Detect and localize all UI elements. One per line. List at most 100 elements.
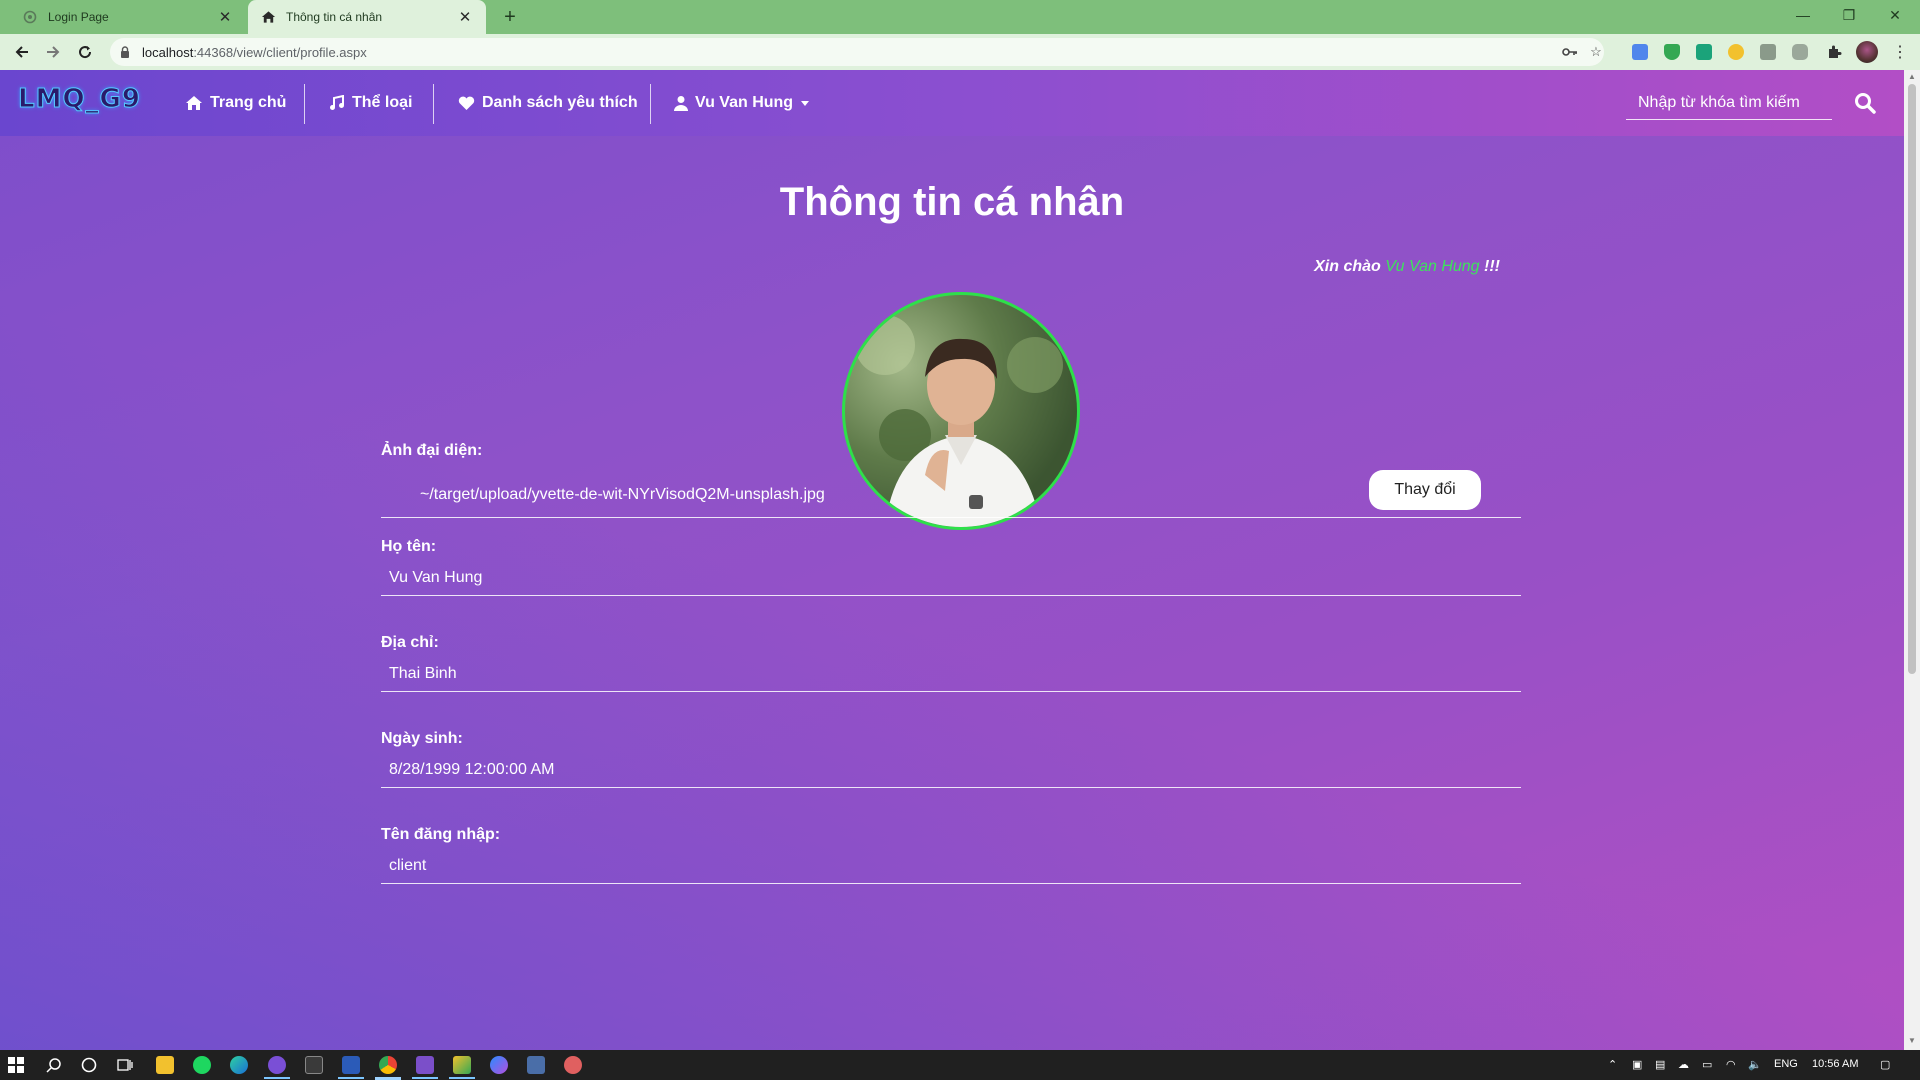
nav-item-label: Trang chủ <box>210 94 287 111</box>
s-extension-icon[interactable] <box>1696 44 1712 60</box>
extension-icon[interactable] <box>1792 44 1808 60</box>
task-view-icon[interactable] <box>117 1057 133 1073</box>
user-icon <box>674 96 688 111</box>
star-icon[interactable]: ☆ <box>1588 44 1604 60</box>
heart-icon <box>458 96 475 110</box>
chevron-up-icon[interactable]: ⌃ <box>1608 1058 1617 1071</box>
cortana-icon[interactable] <box>81 1057 97 1073</box>
close-tab-icon[interactable]: ✕ <box>216 8 234 26</box>
nav-item-label: Thể loại <box>352 94 413 111</box>
tab-title: Thông tin cá nhân <box>286 10 383 24</box>
field-underline <box>381 883 1521 884</box>
change-avatar-button[interactable]: Thay đổi <box>1369 470 1481 510</box>
username-field: Tên đăng nhập: client <box>381 826 1521 884</box>
new-tab-button[interactable]: + <box>498 5 522 29</box>
search-icon[interactable] <box>1852 90 1878 116</box>
home-icon <box>260 9 276 25</box>
chrome-icon[interactable] <box>379 1056 397 1074</box>
terminal-icon[interactable] <box>305 1056 323 1074</box>
field-underline <box>381 517 1521 518</box>
translate-extension-icon[interactable] <box>1632 44 1648 60</box>
active-app-indicator <box>264 1077 290 1079</box>
username-input[interactable]: client <box>389 857 426 875</box>
nav-item-label: Vu Van Hung <box>695 94 794 111</box>
extension-icon[interactable] <box>1760 44 1776 60</box>
page-title: Thông tin cá nhân <box>779 180 1125 224</box>
file-explorer-icon[interactable] <box>156 1056 174 1074</box>
field-label: Địa chỉ: <box>381 634 439 651</box>
tab-login-page[interactable]: Login Page ✕ <box>10 0 246 34</box>
forward-icon[interactable] <box>43 42 63 62</box>
reload-icon[interactable] <box>75 42 95 62</box>
notification-icon[interactable]: ▢ <box>1880 1058 1890 1071</box>
puzzle-icon[interactable] <box>1826 44 1842 60</box>
tray-icon[interactable]: ▣ <box>1632 1058 1642 1071</box>
nav-divider <box>650 84 651 124</box>
language-indicator[interactable]: ENG <box>1774 1058 1798 1070</box>
greeting-text: Xin chào Vu Van Hung !!! <box>1100 258 1500 276</box>
minimize-icon[interactable]: — <box>1780 0 1826 30</box>
shield-extension-icon[interactable] <box>1664 44 1680 60</box>
app-icon[interactable] <box>564 1056 582 1074</box>
scrollbar-thumb[interactable] <box>1908 84 1916 674</box>
music-icon <box>330 95 344 110</box>
profile-avatar-icon[interactable] <box>1856 41 1878 63</box>
active-app-indicator <box>449 1077 475 1079</box>
address-bar[interactable]: localhost:44368/view/client/profile.aspx… <box>110 38 1604 66</box>
search-input[interactable] <box>1626 86 1832 120</box>
address-input[interactable]: Thai Binh <box>389 665 457 683</box>
emoji-extension-icon[interactable] <box>1728 44 1744 60</box>
windows-start-icon[interactable] <box>8 1057 24 1073</box>
battery-icon[interactable]: ▭ <box>1702 1058 1712 1071</box>
spotify-icon[interactable] <box>193 1056 211 1074</box>
clock[interactable]: 10:56 AM <box>1812 1058 1858 1070</box>
tray-icon[interactable]: ▤ <box>1655 1058 1665 1071</box>
page-scrollbar[interactable]: ▲ ▼ <box>1904 70 1920 1050</box>
window-close-icon[interactable]: ✕ <box>1872 0 1918 30</box>
avatar-field: Ảnh đại diện: ~/target/upload/yvette-de-… <box>381 442 1521 518</box>
search-icon[interactable] <box>46 1057 62 1073</box>
word-icon[interactable] <box>342 1056 360 1074</box>
app-icon[interactable] <box>527 1056 545 1074</box>
nav-item-genres[interactable]: Thể loại <box>329 70 412 136</box>
site-navbar: LMQ_G9 Trang chủ Thể loại Danh sách yêu … <box>0 70 1904 136</box>
volume-muted-icon[interactable]: 🔈 <box>1748 1058 1762 1071</box>
nav-item-favorites[interactable]: Danh sách yêu thích <box>458 70 638 136</box>
field-underline <box>381 691 1521 692</box>
back-icon[interactable] <box>12 42 32 62</box>
page-viewport: LMQ_G9 Trang chủ Thể loại Danh sách yêu … <box>0 70 1904 1050</box>
app-icon[interactable] <box>453 1056 471 1074</box>
field-label: Ảnh đại diện: <box>381 442 483 459</box>
key-icon[interactable] <box>1562 44 1578 60</box>
birthdate-input[interactable]: 8/28/1999 12:00:00 AM <box>389 761 554 779</box>
field-label: Ngày sinh: <box>381 730 463 747</box>
chevron-down-icon <box>801 100 810 106</box>
address-field: Địa chỉ: Thai Binh <box>381 634 1521 692</box>
nav-divider <box>304 84 305 124</box>
wifi-icon[interactable]: ◠ <box>1726 1058 1736 1071</box>
greeting-username: Vu Van Hung <box>1385 258 1480 275</box>
nav-item-user-menu[interactable]: Vu Van Hung <box>674 70 810 136</box>
app-icon[interactable] <box>268 1056 286 1074</box>
browser-tab-strip: Login Page ✕ Thông tin cá nhân ✕ + — ❐ ✕ <box>0 0 1920 34</box>
tab-profile[interactable]: Thông tin cá nhân ✕ <box>248 0 486 34</box>
menu-icon[interactable]: ⋮ <box>1890 42 1910 62</box>
scroll-down-icon[interactable]: ▼ <box>1908 1036 1916 1045</box>
nav-divider <box>433 84 434 124</box>
field-underline <box>381 787 1521 788</box>
greeting-suffix: !!! <box>1484 258 1500 275</box>
tray-icon[interactable]: ☁ <box>1678 1058 1689 1071</box>
fullname-input[interactable]: Vu Van Hung <box>389 569 482 587</box>
close-tab-icon[interactable]: ✕ <box>456 8 474 26</box>
active-app-indicator <box>412 1077 438 1079</box>
nav-item-home[interactable]: Trang chủ <box>185 70 286 136</box>
scroll-up-icon[interactable]: ▲ <box>1908 72 1916 81</box>
field-label: Họ tên: <box>381 538 437 555</box>
messenger-icon[interactable] <box>490 1056 508 1074</box>
site-logo[interactable]: LMQ_G9 <box>18 84 141 115</box>
restore-icon[interactable]: ❐ <box>1826 0 1872 30</box>
nav-item-label: Danh sách yêu thích <box>482 94 638 111</box>
visual-studio-icon[interactable] <box>416 1056 434 1074</box>
field-label: Tên đăng nhập: <box>381 826 501 843</box>
edge-icon[interactable] <box>230 1056 248 1074</box>
